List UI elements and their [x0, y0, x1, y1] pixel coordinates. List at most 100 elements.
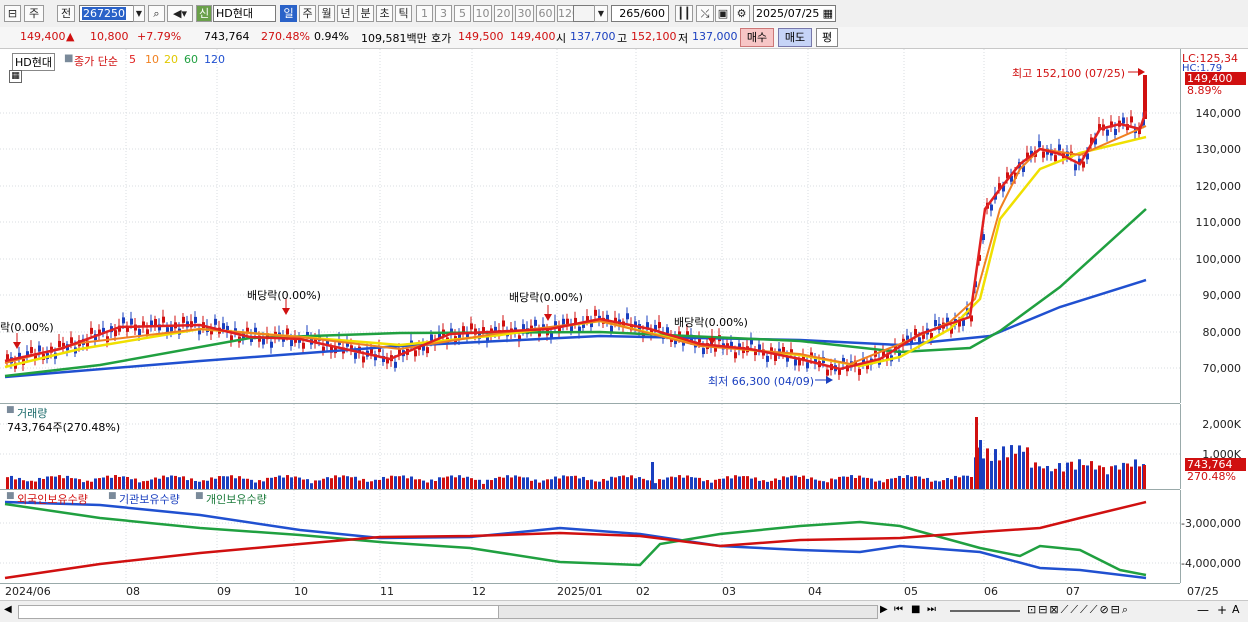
interval-button-20[interactable]: 20: [494, 5, 513, 22]
tab-day[interactable]: 일: [280, 5, 297, 22]
volume-bar: [410, 476, 413, 489]
prev-button[interactable]: 전: [57, 5, 75, 22]
volume-bar: [266, 477, 269, 489]
volume-bar: [1026, 447, 1029, 489]
tab-minute[interactable]: 분: [357, 5, 374, 22]
interval-button-30[interactable]: 30: [515, 5, 534, 22]
candle-icon[interactable]: ┃┃: [675, 5, 693, 22]
trade-amount: 109,581백만: [361, 32, 427, 45]
volume-bar: [370, 481, 373, 489]
high-arrowhead: [1138, 68, 1145, 76]
volume-bar: [578, 478, 581, 489]
zoom-out-icon[interactable]: —: [1197, 603, 1209, 617]
tab-month[interactable]: 월: [318, 5, 335, 22]
volume-bar: [738, 476, 741, 489]
interval-button-10[interactable]: 10: [473, 5, 492, 22]
first-icon[interactable]: ⏮: [894, 604, 903, 615]
tab-week-label: 주: [302, 7, 313, 20]
candle: [566, 313, 569, 331]
interval-dropdown-icon[interactable]: ▼: [594, 5, 608, 22]
volume-bar: [682, 477, 685, 489]
scroll-right-icon[interactable]: ▶: [880, 604, 888, 615]
low-price: 137,000: [692, 30, 738, 43]
volume-bar: [730, 478, 733, 489]
volume-bar: [890, 478, 893, 489]
zoom-slider[interactable]: [950, 610, 1020, 612]
volume-bar: [1110, 466, 1113, 489]
volume-bar: [834, 479, 837, 489]
volume-bar: [658, 479, 661, 489]
candle: [794, 353, 797, 371]
tab-second[interactable]: 초: [376, 5, 393, 22]
y-tick: 90,000: [1202, 289, 1242, 302]
tab-week[interactable]: 주: [299, 5, 316, 22]
volume-bar: [558, 478, 561, 489]
volume-bar: [286, 475, 289, 489]
volume-bar: [438, 477, 441, 489]
volume-bar: [182, 476, 185, 489]
volume-bar: [1058, 463, 1061, 489]
period-week-button[interactable]: 주: [24, 5, 44, 22]
crosshair-icon[interactable]: ⤯: [696, 5, 714, 22]
volume-bar: [234, 478, 237, 489]
stock-name-tag[interactable]: HD현대: [12, 53, 55, 71]
volume-bar: [458, 475, 461, 489]
zoom-in-icon[interactable]: +: [1217, 603, 1227, 617]
volume-spike: [651, 462, 654, 489]
interval-button-1[interactable]: 1: [416, 5, 433, 22]
interval-button-3[interactable]: 3: [435, 5, 452, 22]
volume-bar: [798, 477, 801, 489]
candle: [98, 324, 101, 342]
scrollbar-track[interactable]: [18, 605, 500, 619]
layout-icon[interactable]: ⊟: [4, 5, 21, 22]
volume-bar: [986, 448, 989, 489]
last-icon[interactable]: ⏭: [927, 604, 936, 615]
scroll-left-icon[interactable]: ◀: [4, 604, 12, 615]
volume-bar: [338, 477, 341, 489]
interval-button-5[interactable]: 5: [454, 5, 471, 22]
price-panel[interactable]: HD현대 ■ 종가 단순 5 10 20 60 120 ▦ 최고 152,100…: [0, 49, 1180, 404]
buy-button[interactable]: 매수: [740, 28, 774, 47]
interval-button-60[interactable]: 60: [536, 5, 555, 22]
volume-bar: [842, 476, 845, 489]
gear-icon[interactable]: ⚙: [733, 5, 750, 22]
date-input[interactable]: 2025/07/25 ▦: [753, 5, 836, 22]
volume-bar: [698, 477, 701, 489]
volume-bar: [318, 480, 321, 489]
low-label: 저: [678, 32, 689, 45]
candle: [574, 311, 577, 329]
volume-bar: [54, 476, 57, 489]
volume-bar: [118, 476, 121, 489]
volume-bar: [6, 477, 9, 489]
stock-code-value: 267250: [82, 7, 126, 20]
eval-button[interactable]: 평: [816, 28, 838, 47]
holdings-panel[interactable]: ■ 외국인보유수량 ■ 기관보유수량 ■ 개인보유수량: [0, 490, 1180, 584]
volume-bar: [470, 478, 473, 489]
data-table-icon[interactable]: ▦: [9, 70, 22, 83]
sell-button[interactable]: 매도: [778, 28, 812, 47]
speaker-icon[interactable]: ◀▾: [167, 5, 193, 22]
tab-year[interactable]: 년: [337, 5, 354, 22]
volume-bar: [846, 476, 849, 489]
toolbar: ⊟ 주 전 267250 ▼ ⌕ ◀▾ 신 HD현대 일 주 월 년 분 초 틱…: [0, 0, 1248, 28]
volume-bar: [766, 481, 769, 489]
stock-name-field[interactable]: HD현대: [213, 5, 276, 22]
volume-bar: [394, 476, 397, 489]
stop-icon[interactable]: ■: [911, 604, 920, 615]
save-icon[interactable]: ▣: [715, 5, 731, 22]
calendar-icon[interactable]: ▦: [823, 6, 833, 21]
price-chart: [0, 49, 1180, 403]
x-axis-label: 04: [808, 585, 822, 598]
volume-bar: [734, 475, 737, 489]
last-volume-pct: 270.48%: [1187, 470, 1236, 483]
count-input[interactable]: 265/600: [611, 5, 669, 22]
font-size-icon[interactable]: A: [1232, 603, 1240, 616]
tab-tick[interactable]: 틱: [395, 5, 412, 22]
last-pct-tag: 8.89%: [1187, 84, 1222, 97]
code-dropdown-icon[interactable]: ▼: [133, 5, 145, 22]
drawing-tools-icon[interactable]: ⊡⊟⊠⟋⟋⟋⟋⊘⊟⌕: [1027, 603, 1130, 617]
volume-panel[interactable]: ■ 거래량 743,764주(270.48%): [0, 404, 1180, 490]
count-max: /600: [640, 7, 665, 20]
scrollbar-thumb[interactable]: [498, 605, 878, 619]
search-icon[interactable]: ⌕: [148, 5, 165, 22]
